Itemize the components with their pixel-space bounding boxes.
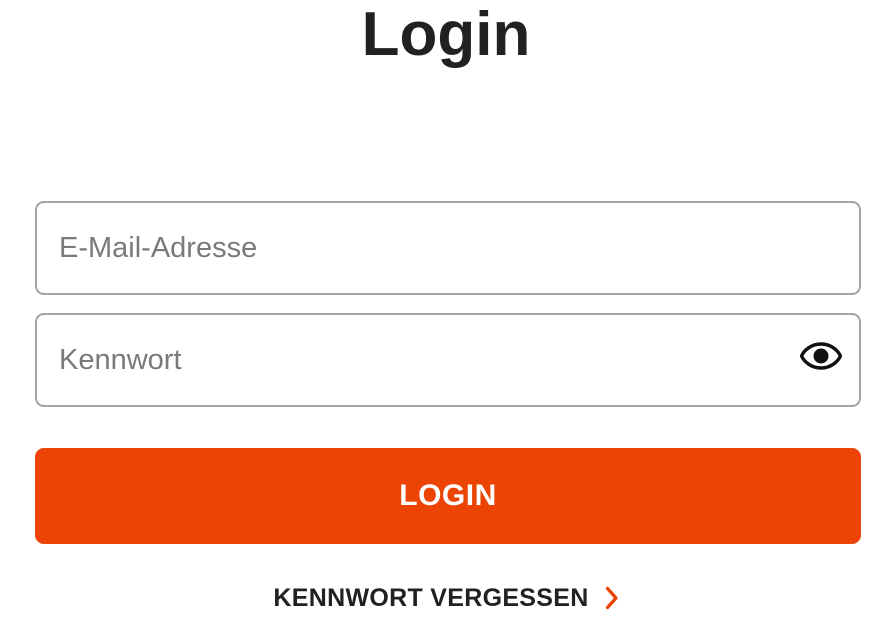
password-field[interactable] bbox=[59, 315, 799, 405]
chevron-right-icon bbox=[605, 586, 619, 610]
eye-icon[interactable] bbox=[799, 339, 843, 373]
password-field-container bbox=[35, 313, 861, 407]
forgot-password-label: KENNWORT VERGESSEN bbox=[273, 583, 589, 612]
page-title: Login bbox=[361, 0, 531, 69]
login-button[interactable]: LOGIN bbox=[35, 448, 861, 544]
email-field-container bbox=[35, 201, 861, 295]
email-field[interactable] bbox=[59, 203, 799, 293]
forgot-password-link[interactable]: KENNWORT VERGESSEN bbox=[0, 578, 892, 618]
